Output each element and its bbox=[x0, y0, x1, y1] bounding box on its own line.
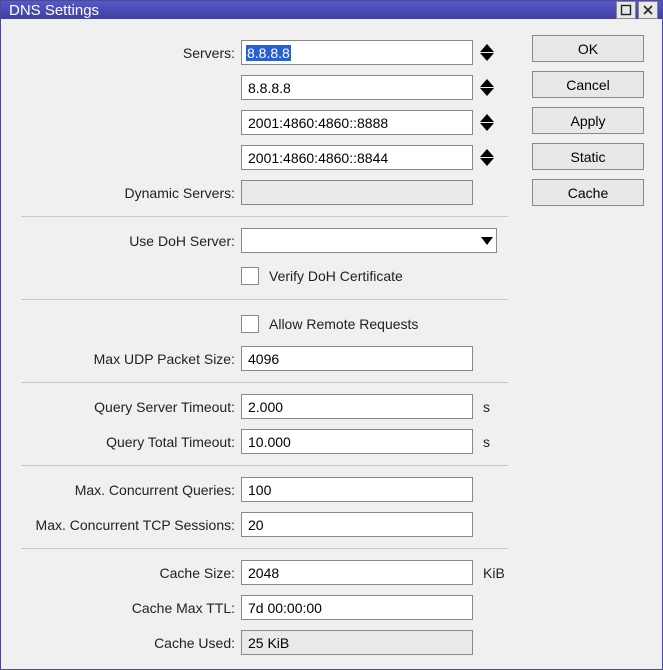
cache-button[interactable]: Cache bbox=[532, 179, 644, 206]
chevron-down-icon[interactable] bbox=[480, 88, 494, 96]
cache-max-ttl-label: Cache Max TTL: bbox=[11, 600, 241, 616]
separator bbox=[21, 548, 508, 549]
seconds-unit: s bbox=[483, 399, 490, 415]
chevron-up-icon[interactable] bbox=[480, 114, 494, 122]
verify-doh-label: Verify DoH Certificate bbox=[269, 268, 403, 284]
cache-used-input bbox=[241, 630, 473, 655]
use-doh-label: Use DoH Server: bbox=[11, 233, 241, 249]
server-input-2[interactable] bbox=[241, 110, 473, 135]
separator bbox=[21, 382, 508, 383]
chevron-down-icon[interactable] bbox=[480, 158, 494, 166]
cache-max-ttl-row: Cache Max TTL: bbox=[11, 590, 508, 625]
dynamic-servers-input bbox=[241, 180, 473, 205]
max-concurrent-queries-row: Max. Concurrent Queries: bbox=[11, 472, 508, 507]
server-input-3[interactable] bbox=[241, 145, 473, 170]
query-total-timeout-row: Query Total Timeout: s bbox=[11, 424, 508, 459]
dynamic-servers-row: Dynamic Servers: bbox=[11, 175, 508, 210]
verify-doh-checkbox[interactable] bbox=[241, 267, 259, 285]
kib-unit: KiB bbox=[483, 565, 505, 581]
max-udp-input[interactable] bbox=[241, 346, 473, 371]
separator bbox=[21, 465, 508, 466]
ok-button[interactable]: OK bbox=[532, 35, 644, 62]
servers-row-0: Servers: 8.8.8.8 bbox=[11, 35, 508, 70]
server-input-1[interactable] bbox=[241, 75, 473, 100]
doh-server-row: Use DoH Server: bbox=[11, 223, 508, 258]
static-button[interactable]: Static bbox=[532, 143, 644, 170]
max-concurrent-tcp-row: Max. Concurrent TCP Sessions: bbox=[11, 507, 508, 542]
max-concurrent-queries-input[interactable] bbox=[241, 477, 473, 502]
verify-doh-row: Verify DoH Certificate bbox=[11, 258, 508, 293]
separator bbox=[21, 299, 508, 300]
chevron-up-icon[interactable] bbox=[480, 79, 494, 87]
server-value-0: 8.8.8.8 bbox=[246, 45, 291, 61]
query-server-timeout-label: Query Server Timeout: bbox=[11, 399, 241, 415]
max-concurrent-tcp-input[interactable] bbox=[241, 512, 473, 537]
apply-button[interactable]: Apply bbox=[532, 107, 644, 134]
server-spinner-1[interactable] bbox=[480, 79, 494, 96]
minimize-button[interactable] bbox=[616, 1, 636, 19]
cache-size-input[interactable] bbox=[241, 560, 473, 585]
separator bbox=[21, 216, 508, 217]
chevron-down-icon[interactable] bbox=[480, 53, 494, 61]
servers-row-1 bbox=[11, 70, 508, 105]
allow-remote-label: Allow Remote Requests bbox=[269, 316, 418, 332]
close-button[interactable] bbox=[638, 1, 658, 19]
max-udp-row: Max UDP Packet Size: bbox=[11, 341, 508, 376]
dropdown-arrow-icon bbox=[478, 237, 496, 245]
server-spinner-2[interactable] bbox=[480, 114, 494, 131]
chevron-down-icon[interactable] bbox=[480, 123, 494, 131]
dns-settings-window: DNS Settings Servers: 8.8.8.8 bbox=[0, 0, 663, 670]
cache-max-ttl-input[interactable] bbox=[241, 595, 473, 620]
cache-size-row: Cache Size: KiB bbox=[11, 555, 508, 590]
allow-remote-checkbox[interactable] bbox=[241, 315, 259, 333]
cache-used-row: Cache Used: bbox=[11, 625, 508, 660]
query-server-timeout-row: Query Server Timeout: s bbox=[11, 389, 508, 424]
max-concurrent-tcp-label: Max. Concurrent TCP Sessions: bbox=[11, 517, 241, 533]
chevron-up-icon[interactable] bbox=[480, 44, 494, 52]
titlebar: DNS Settings bbox=[1, 1, 662, 19]
cache-used-label: Cache Used: bbox=[11, 635, 241, 651]
cache-size-label: Cache Size: bbox=[11, 565, 241, 581]
query-server-timeout-input[interactable] bbox=[241, 394, 473, 419]
server-spinner-0[interactable] bbox=[480, 44, 494, 61]
cancel-button[interactable]: Cancel bbox=[532, 71, 644, 98]
max-concurrent-queries-label: Max. Concurrent Queries: bbox=[11, 482, 241, 498]
dynamic-servers-label: Dynamic Servers: bbox=[11, 185, 241, 201]
server-input-0[interactable]: 8.8.8.8 bbox=[241, 40, 473, 65]
chevron-up-icon[interactable] bbox=[480, 149, 494, 157]
button-column: OK Cancel Apply Static Cache bbox=[532, 35, 644, 660]
max-udp-label: Max UDP Packet Size: bbox=[11, 351, 241, 367]
form-area: Servers: 8.8.8.8 bbox=[11, 35, 508, 660]
window-title: DNS Settings bbox=[9, 2, 614, 19]
doh-server-dropdown[interactable] bbox=[241, 228, 497, 253]
servers-row-2 bbox=[11, 105, 508, 140]
servers-row-3 bbox=[11, 140, 508, 175]
seconds-unit: s bbox=[483, 434, 490, 450]
query-total-timeout-input[interactable] bbox=[241, 429, 473, 454]
minimize-icon bbox=[620, 4, 632, 16]
server-spinner-3[interactable] bbox=[480, 149, 494, 166]
query-total-timeout-label: Query Total Timeout: bbox=[11, 434, 241, 450]
allow-remote-row: Allow Remote Requests bbox=[11, 306, 508, 341]
servers-label: Servers: bbox=[11, 45, 241, 61]
close-icon bbox=[642, 4, 654, 16]
